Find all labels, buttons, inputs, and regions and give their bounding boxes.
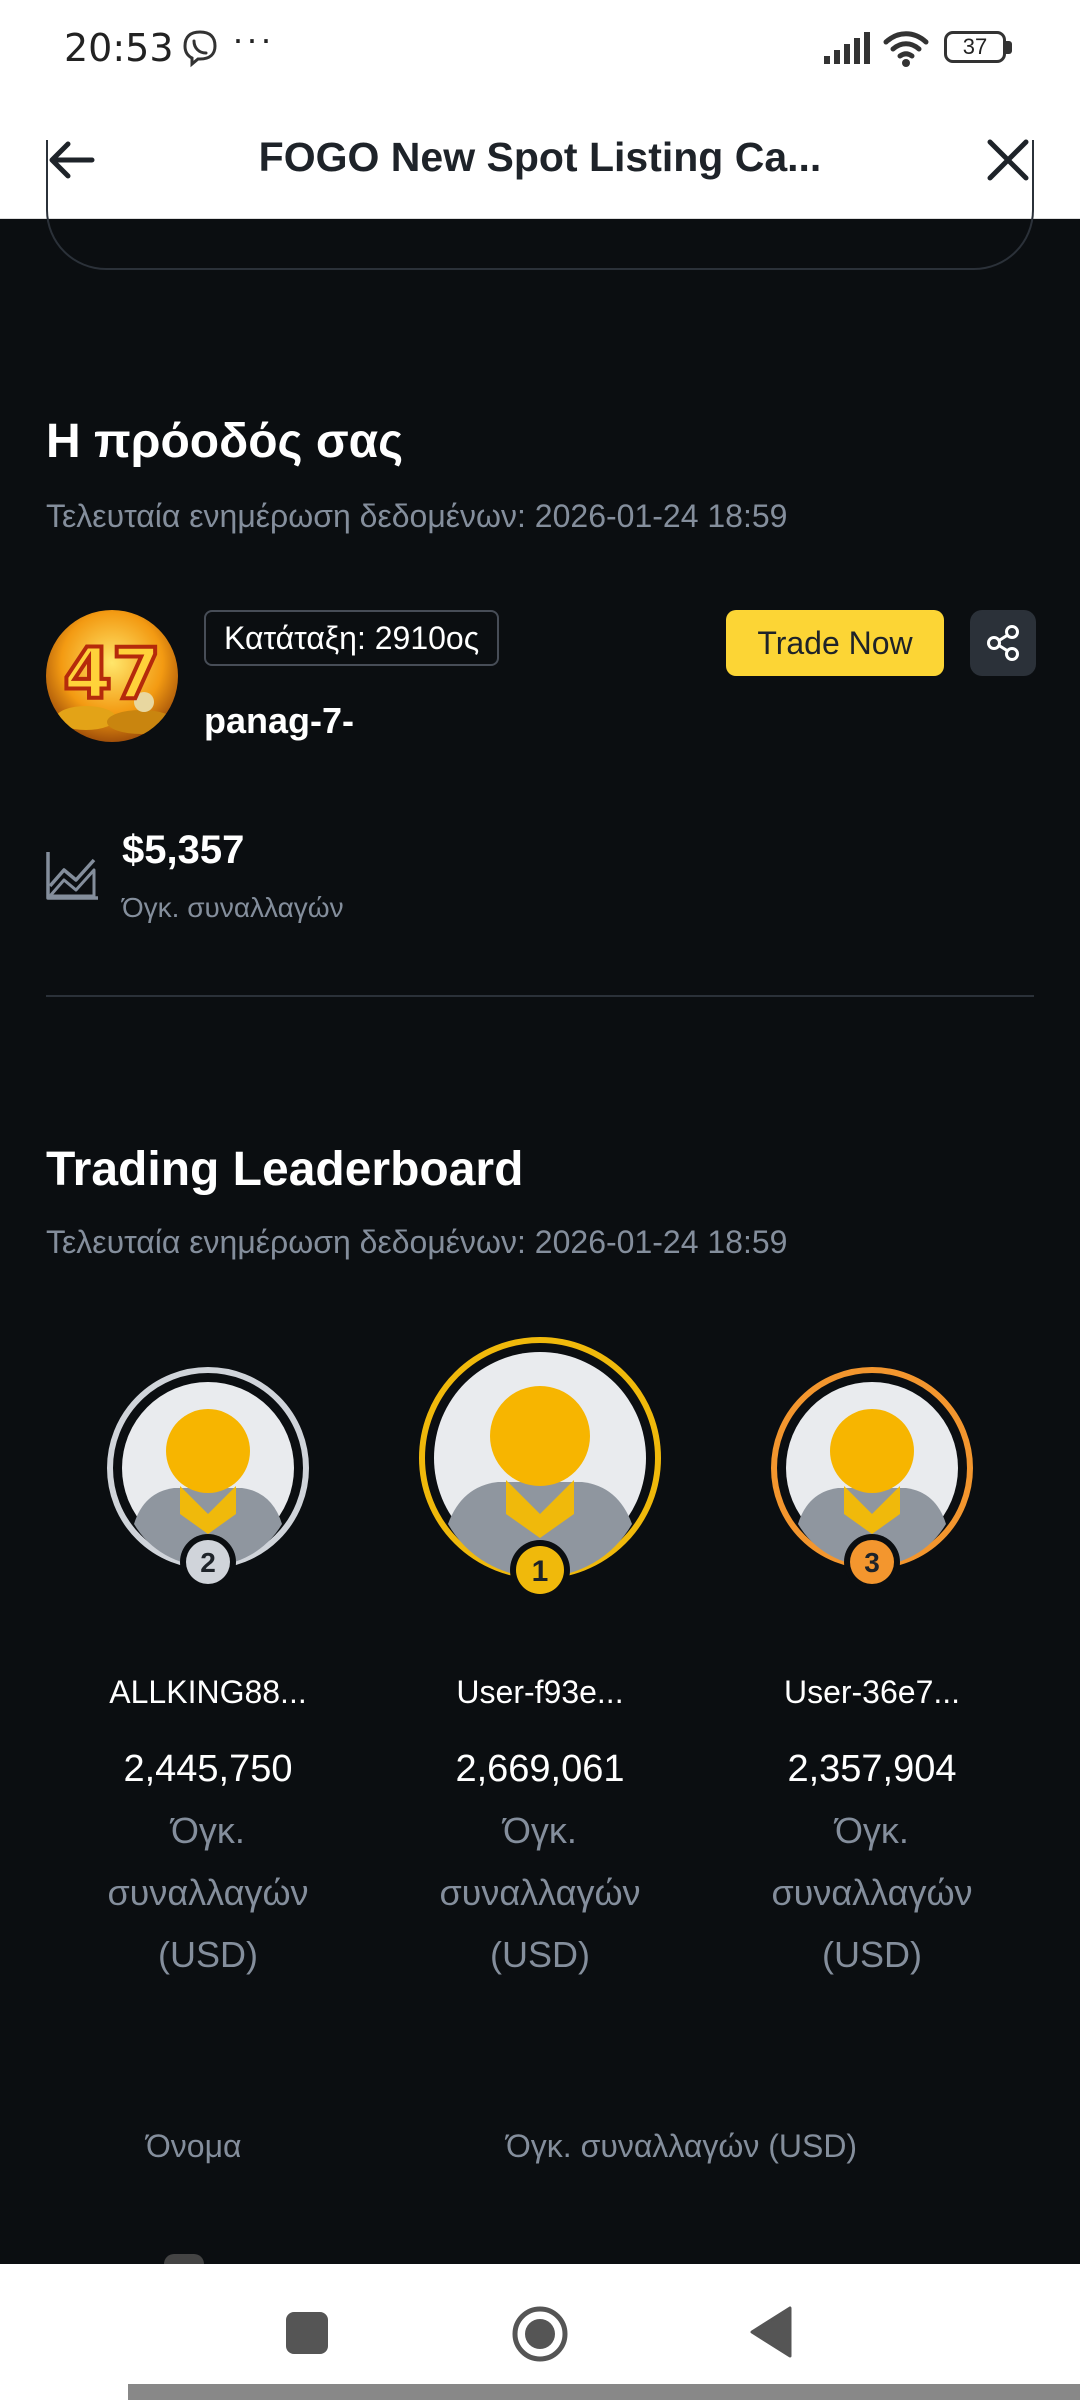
avatar: 47 bbox=[46, 610, 178, 742]
username: panag-7- bbox=[204, 700, 355, 741]
leaderboard-title: Trading Leaderboard bbox=[46, 1143, 524, 1196]
chart-trend-icon bbox=[46, 852, 98, 900]
avatar-text: 47 bbox=[63, 633, 160, 715]
signal-icon bbox=[824, 32, 870, 64]
next-row-peek bbox=[164, 2254, 204, 2264]
podium-name-2[interactable]: ALLKING88... bbox=[58, 1674, 358, 1711]
volume-label: Όγκ. συναλλαγών bbox=[122, 892, 344, 923]
leaderboard-updated-time: Τελευταία ενημέρωση δεδομένων: 2026-01-2… bbox=[46, 1224, 788, 1260]
podium-name-1[interactable]: User-f93e... bbox=[390, 1674, 690, 1711]
previous-card-edge bbox=[46, 140, 1034, 270]
scroll-indicator bbox=[128, 2384, 1080, 2400]
wifi-icon bbox=[883, 31, 929, 67]
share-icon bbox=[987, 625, 1019, 661]
column-header-volume: Όγκ. συναλλαγών (USD) bbox=[506, 2128, 858, 2164]
podium-volume-3: 2,357,904 bbox=[787, 1748, 957, 1790]
podium-volume-label-3: Όγκ. συναλλαγών (USD) bbox=[771, 1810, 973, 1975]
status-bar: 20:53 ··· 37 bbox=[0, 0, 1080, 100]
more-notifications-icon: ··· bbox=[232, 18, 274, 59]
viber-icon bbox=[183, 30, 217, 68]
podium-rank-2: 2 bbox=[200, 1547, 216, 1578]
volume-value: $5,357 bbox=[122, 828, 245, 872]
trade-now-button[interactable]: Trade Now bbox=[726, 610, 944, 676]
podium-volume-label-2: Όγκ. συναλλαγών (USD) bbox=[107, 1810, 309, 1975]
nav-back-button[interactable] bbox=[748, 2304, 794, 2360]
battery-icon: 37 bbox=[944, 31, 1014, 65]
home-button[interactable] bbox=[510, 2304, 570, 2364]
rank-text: Κατάταξη: 2910ος bbox=[224, 619, 480, 656]
podium-name-3[interactable]: User-36e7... bbox=[722, 1674, 1022, 1711]
podium-rank-3: 3 bbox=[864, 1547, 880, 1578]
progress-updated-time: Τελευταία ενημέρωση δεδομένων: 2026-01-2… bbox=[46, 498, 788, 534]
progress-title: Η πρόοδός σας bbox=[46, 415, 404, 468]
column-header-name: Όνομα bbox=[146, 2128, 242, 2164]
rank-badge: Κατάταξη: 2910ος bbox=[204, 610, 500, 666]
divider bbox=[46, 995, 1034, 997]
battery-level: 37 bbox=[962, 34, 988, 59]
share-button[interactable] bbox=[970, 610, 1036, 676]
podium-rank-1: 1 bbox=[532, 1555, 549, 1588]
podium-volume-2: 2,445,750 bbox=[123, 1748, 293, 1790]
podium-volume-1: 2,669,061 bbox=[455, 1748, 625, 1790]
recent-apps-button[interactable] bbox=[286, 2312, 328, 2354]
podium-volume-label-1: Όγκ. συναλλαγών (USD) bbox=[439, 1810, 641, 1975]
status-time: 20:53 bbox=[64, 26, 174, 70]
podium-avatar-3: 3 bbox=[771, 1367, 973, 1590]
trade-now-label: Trade Now bbox=[757, 624, 913, 661]
podium-avatar-1: 1 bbox=[419, 1337, 661, 1600]
system-nav-bar bbox=[0, 2264, 1080, 2400]
podium-avatar-2: 2 bbox=[107, 1367, 309, 1590]
